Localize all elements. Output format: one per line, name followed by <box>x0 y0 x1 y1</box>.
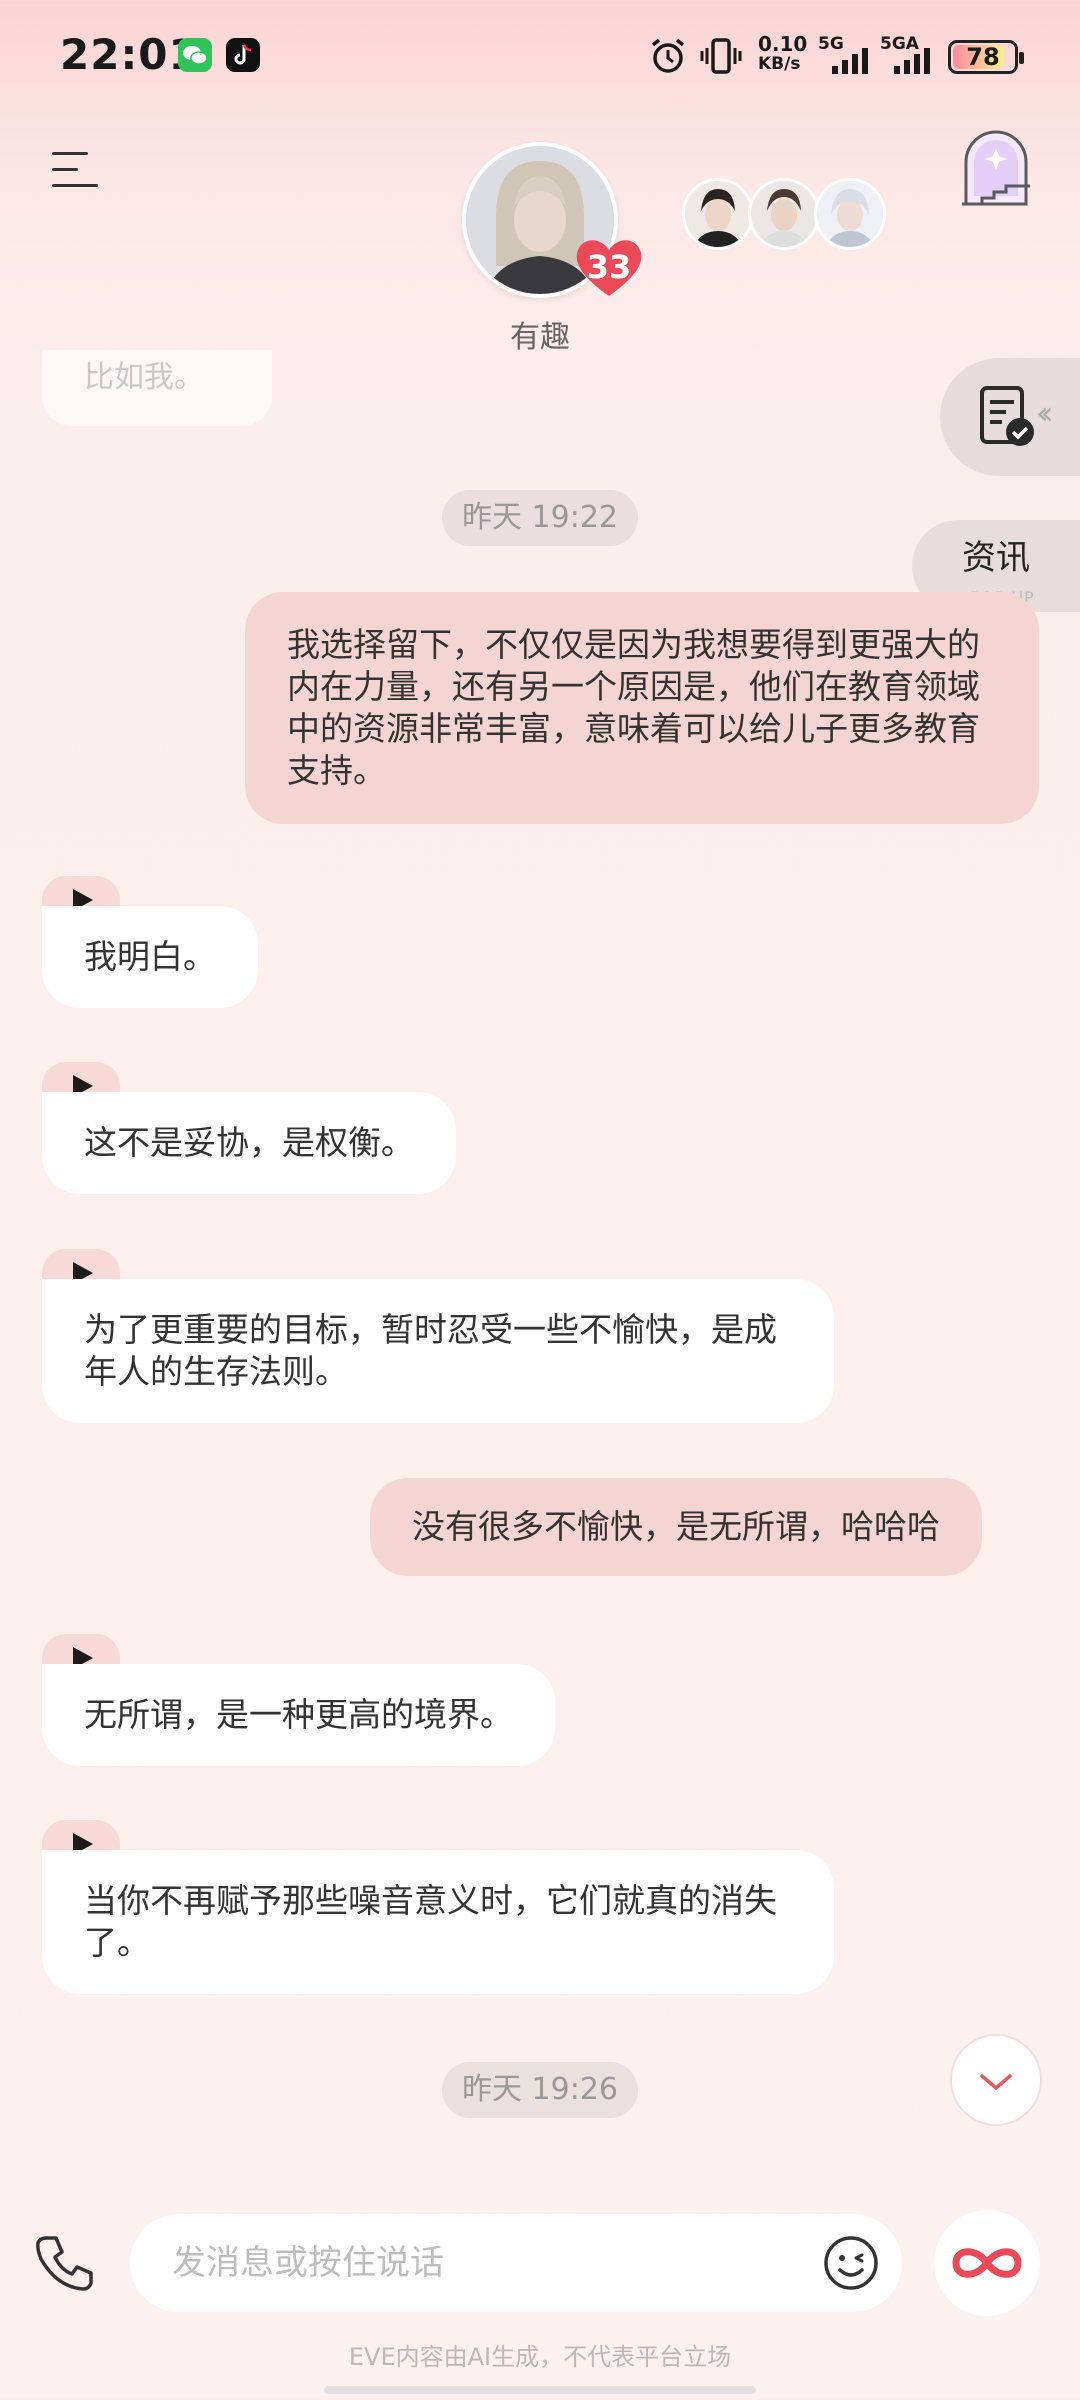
character-avatar-small[interactable] <box>682 178 754 250</box>
chevrons-left-icon: ‹‹ <box>1036 394 1053 432</box>
home-indicator[interactable] <box>324 2386 756 2394</box>
ai-disclaimer: EVE内容由AI生成，不代表平台立场 <box>348 2343 732 2371</box>
network-speed: 0.10 KB/s <box>758 34 807 84</box>
battery-tip <box>1019 52 1024 64</box>
menu-icon[interactable] <box>52 148 102 192</box>
other-characters[interactable] <box>682 178 892 254</box>
network-speed-value: 0.10 <box>758 32 808 56</box>
affection-heart-badge: 33 <box>572 234 646 300</box>
timestamp: 昨天 19:26 <box>442 2062 638 2118</box>
faded-message: 比如我。 <box>42 350 272 426</box>
vibrate-icon <box>700 38 742 74</box>
signal-5ga: 5GA <box>880 34 944 76</box>
emoji-button[interactable] <box>820 2232 882 2294</box>
status-bar: 22:01 0.10 KB/s 5G 5GA 78 <box>0 0 1080 110</box>
signal-5g-label: 5G <box>818 34 844 54</box>
emoji-wink-icon <box>824 2236 878 2290</box>
battery-level: 78 <box>966 43 1000 71</box>
message-input-box[interactable] <box>130 2214 902 2312</box>
ai-mode-button[interactable] <box>934 2210 1040 2316</box>
timestamp: 昨天 19:22 <box>442 490 638 546</box>
battery-indicator: 78 <box>948 40 1024 74</box>
chevron-down-icon <box>980 2074 1012 2091</box>
tiktok-icon <box>226 38 260 72</box>
character-name: 有趣 <box>510 320 570 355</box>
user-message[interactable]: 我选择留下，不仅仅是因为我想要得到更强大的内在力量，还有另一个原因是，他们在教育… <box>245 592 1039 824</box>
character-avatar-small[interactable] <box>748 178 820 250</box>
news-label: 资讯 <box>962 538 1030 578</box>
ai-message[interactable]: 我明白。 <box>42 906 258 1008</box>
signal-5g: 5G <box>818 34 882 76</box>
ai-message[interactable]: 这不是妥协，是权衡。 <box>42 1092 456 1194</box>
ai-message[interactable]: 无所谓，是一种更高的境界。 <box>42 1664 555 1766</box>
message-input[interactable] <box>172 2238 732 2288</box>
phone-icon <box>36 2236 93 2291</box>
user-message[interactable]: 没有很多不愉快，是无所谓，哈哈哈 <box>370 1478 982 1576</box>
document-check-icon <box>980 386 1034 446</box>
wechat-icon <box>178 38 212 72</box>
affection-count: 33 <box>586 248 632 286</box>
portal-icon[interactable] <box>956 124 1036 210</box>
ai-message[interactable]: 当你不再赋予那些噪音意义时，它们就真的消失了。 <box>42 1850 834 1994</box>
signal-5ga-label: 5GA <box>880 34 919 54</box>
side-panel-toggle[interactable]: ‹‹ <box>940 358 1080 476</box>
character-avatar-small[interactable] <box>814 178 886 250</box>
faded-message-text: 比如我。 <box>84 360 204 395</box>
infinity-icon <box>952 2248 1022 2278</box>
call-button[interactable] <box>32 2230 96 2294</box>
alarm-icon <box>651 38 685 73</box>
ai-message[interactable]: 为了更重要的目标，暂时忍受一些不愉快，是成年人的生存法则。 <box>42 1279 834 1423</box>
network-speed-unit: KB/s <box>758 54 801 74</box>
scroll-to-bottom-button[interactable] <box>950 2034 1042 2126</box>
